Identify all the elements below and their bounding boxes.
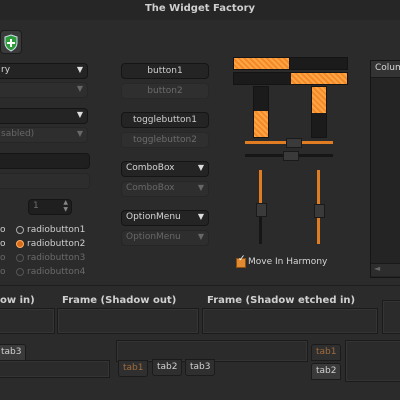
tab2-right[interactable]: tab2 bbox=[311, 363, 342, 380]
column-header[interactable]: Colum bbox=[375, 63, 400, 73]
chevron-down-icon: ▼ bbox=[197, 212, 204, 221]
combo-entry-3[interactable]: ▼ bbox=[0, 108, 88, 124]
radio-indicator bbox=[16, 225, 24, 234]
frame-right bbox=[382, 300, 400, 334]
optionmenu[interactable]: OptionMenu ▼ bbox=[121, 210, 209, 226]
button2: button2 bbox=[121, 83, 209, 99]
radio-indicator bbox=[16, 267, 24, 276]
notebook-left-page bbox=[0, 360, 110, 378]
tree-hscrollbar[interactable]: ◄ bbox=[371, 263, 400, 276]
radio-fragment-2: o bbox=[0, 239, 6, 249]
tab1-right[interactable]: tab1 bbox=[311, 344, 342, 361]
frame-shadow-out-title: Frame (Shadow out) bbox=[62, 295, 177, 306]
radio-indicator bbox=[16, 239, 24, 248]
radiobutton-4: radiobutton4 bbox=[16, 267, 85, 277]
frame-shadow-in bbox=[0, 308, 55, 334]
tab3-middle[interactable]: tab3 bbox=[185, 359, 216, 376]
progress-bar-2 bbox=[233, 72, 348, 85]
radiobutton-1[interactable]: radiobutton1 bbox=[16, 225, 85, 235]
combo-entry-1-text: ry bbox=[1, 65, 11, 75]
progress-bar-vertical-1 bbox=[253, 86, 269, 138]
add-button[interactable] bbox=[0, 30, 22, 54]
combo-entry-1[interactable]: ry ▼ bbox=[0, 63, 88, 79]
combo-entry-4: sabled) ▼ bbox=[0, 127, 88, 143]
combobox-disabled-label: ComboBox bbox=[126, 183, 175, 193]
text-entry[interactable] bbox=[0, 153, 90, 169]
chevron-down-icon: ▼ bbox=[76, 84, 83, 93]
tree-header[interactable]: Colum bbox=[371, 61, 400, 78]
tab1-middle[interactable]: tab1 bbox=[118, 360, 149, 377]
chevron-down-icon: ▼ bbox=[197, 163, 204, 172]
spin-up-icon[interactable]: ▲ bbox=[63, 199, 68, 206]
combo-entry-2: ▼ bbox=[0, 82, 88, 98]
combobox-label: ComboBox bbox=[126, 163, 175, 173]
progress-bar-1 bbox=[233, 57, 291, 70]
combobox-disabled: ComboBox ▼ bbox=[121, 181, 209, 197]
vscale-2-slider[interactable] bbox=[314, 204, 325, 218]
move-in-harmony-label: Move In Harmony bbox=[248, 257, 328, 267]
spin-button[interactable]: 1 ▲ ▼ bbox=[28, 199, 72, 215]
scroll-left-icon[interactable]: ◄ bbox=[374, 264, 380, 273]
button1[interactable]: button1 bbox=[121, 63, 209, 79]
chevron-down-icon: ▼ bbox=[197, 183, 204, 192]
scale-1-slider[interactable] bbox=[286, 138, 302, 148]
scale-2-slider[interactable] bbox=[283, 151, 299, 161]
window-title: The Widget Factory bbox=[144, 3, 256, 14]
spin-down-icon[interactable]: ▼ bbox=[63, 206, 68, 213]
frame-shadow-etched-in-title: Frame (Shadow etched in) bbox=[207, 295, 356, 306]
chevron-down-icon: ▼ bbox=[197, 232, 204, 241]
radio-fragment-3: o bbox=[0, 253, 6, 263]
add-shield-icon bbox=[4, 34, 18, 52]
togglebutton1[interactable]: togglebutton1 bbox=[121, 112, 209, 128]
frame-shadow-in-title: ow in) bbox=[0, 295, 35, 306]
combobox[interactable]: ComboBox ▼ bbox=[121, 161, 209, 177]
vscale-1-slider[interactable] bbox=[256, 203, 267, 217]
radiobutton-3: radiobutton3 bbox=[16, 253, 85, 263]
tree-view[interactable]: Colum ◄ bbox=[370, 60, 400, 278]
check-mark-icon: ✓ bbox=[238, 254, 246, 264]
text-entry-disabled bbox=[0, 173, 90, 189]
progress-bar-1-rest bbox=[289, 57, 348, 70]
frame-shadow-etched-in bbox=[202, 308, 378, 334]
chevron-down-icon: ▼ bbox=[76, 129, 83, 138]
radiobutton-2[interactable]: radiobutton2 bbox=[16, 239, 85, 249]
tab3-left[interactable]: tab3 bbox=[0, 344, 27, 361]
chevron-down-icon: ▼ bbox=[76, 110, 83, 119]
tab2-middle[interactable]: tab2 bbox=[152, 359, 183, 376]
combo-entry-4-text: sabled) bbox=[1, 129, 35, 139]
togglebutton2: togglebutton2 bbox=[121, 132, 209, 148]
frame-shadow-out bbox=[57, 308, 199, 334]
radio-fragment-4: o bbox=[0, 267, 6, 277]
optionmenu-disabled-label: OptionMenu bbox=[126, 232, 181, 242]
radio-fragment-1: o bbox=[0, 225, 6, 235]
chevron-down-icon: ▼ bbox=[76, 65, 83, 74]
notebook-right-page bbox=[345, 340, 400, 382]
spin-value: 1 bbox=[33, 201, 39, 211]
progress-bar-vertical-2 bbox=[311, 86, 327, 138]
optionmenu-label: OptionMenu bbox=[126, 212, 181, 222]
separator bbox=[0, 285, 400, 286]
optionmenu-disabled: OptionMenu ▼ bbox=[121, 230, 209, 246]
radio-indicator bbox=[16, 253, 24, 262]
